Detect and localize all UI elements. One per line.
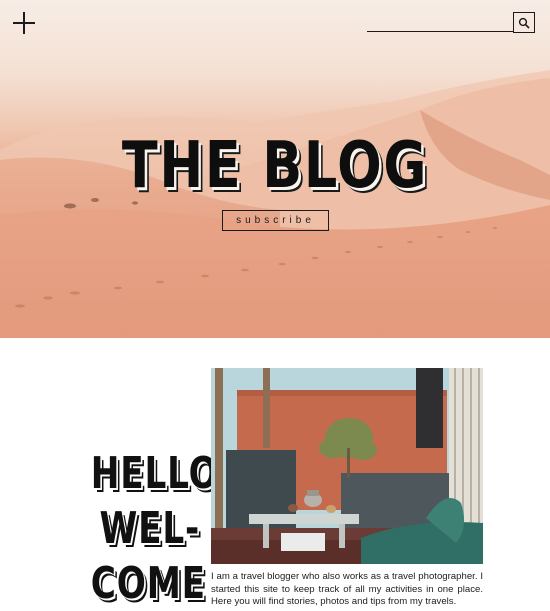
subscribe-button[interactable]: subscribe	[222, 210, 329, 231]
welcome-line: WEL-	[99, 503, 200, 554]
search-input[interactable]	[367, 13, 513, 32]
hero-banner: THE BLOG subscribe	[0, 0, 550, 338]
featured-photo	[211, 368, 483, 564]
page-title: THE BLOG	[121, 129, 429, 203]
plus-menu-icon[interactable]	[13, 12, 35, 34]
intro-paragraph: I am a travel blogger who also works as …	[211, 571, 483, 607]
welcome-line: COME	[90, 558, 206, 609]
welcome-heading: HELLO! WEL- COME	[60, 446, 235, 611]
welcome-line: HELLO!	[90, 448, 235, 499]
search-icon	[518, 17, 530, 29]
search-button[interactable]	[513, 12, 535, 33]
